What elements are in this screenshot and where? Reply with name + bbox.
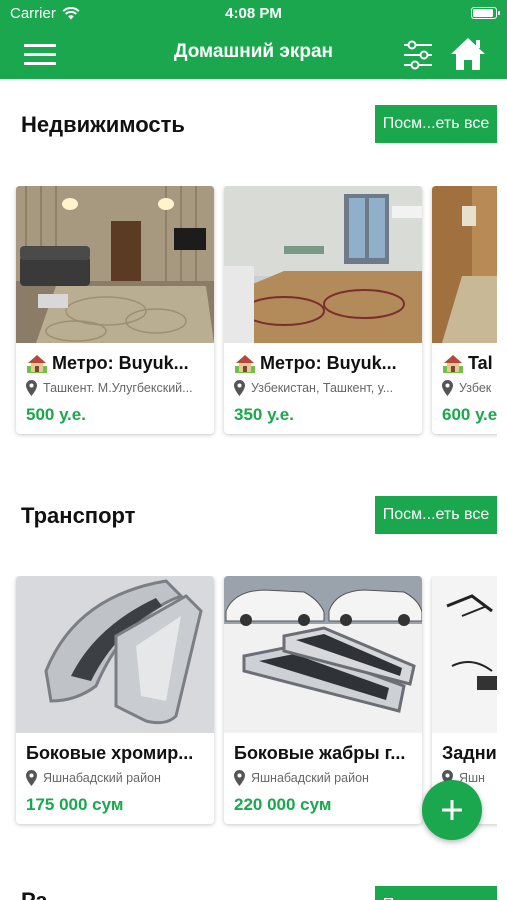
listing-price: 175 000 сум [26,795,124,814]
listing-photo [16,186,214,343]
battery-icon [471,7,500,19]
top-bar: Carrier 4:08 PM Домашний экран [0,0,507,79]
listing-card[interactable]: Боковые хромир... Яшнабадский район 175 … [16,576,214,824]
battery-level [473,9,493,17]
listing-title-text: Задни [442,742,497,763]
listing-location: Яшнабадский район [234,769,416,787]
listing-location: Узбек [442,379,497,397]
listing-carousel[interactable]: Боковые хромир... Яшнабадский район 175 … [0,576,497,836]
location-pin-icon [26,380,37,396]
listing-carousel[interactable]: Метро: Buyuk... Ташкент. М.Улугбекский..… [0,186,497,446]
listing-title: Метро: Buyuk... [26,350,206,376]
sliders-filter-icon[interactable] [400,38,436,72]
see-all-button[interactable]: Посм...еть все [375,496,497,534]
status-time: 4:08 PM [225,5,282,22]
section-title: Недвижимость [21,112,185,137]
listing-price: 350 у.е. [234,405,294,424]
plus-icon [442,800,462,820]
listing-card[interactable]: Tal Узбек 600 у.е [432,186,497,434]
listing-photo [16,576,214,733]
listing-card[interactable]: Боковые жабры г... Яшнабадский район 220… [224,576,422,824]
listing-title: Боковые жабры г... [234,740,414,766]
listing-location-text: Ташкент. М.Улугбекский... [43,381,193,395]
listing-title: Задни [442,740,497,766]
section-title: Ра [21,888,48,900]
location-pin-icon [234,380,245,396]
listing-photo [224,576,422,733]
listing-photo [432,186,497,343]
house-icon [27,355,47,373]
nav-bar: Домашний экран [0,30,507,79]
section-partial: Ра Посм...еть все [0,862,507,900]
listing-location-text: Узбекистан, Ташкент, у... [251,381,394,395]
see-all-button[interactable]: Посм...еть все [375,105,497,143]
section-title: Транспорт [21,503,136,528]
listing-location-text: Яшнабадский район [43,771,161,785]
listing-title: Метро: Buyuk... [234,350,414,376]
location-pin-icon [442,380,453,396]
listing-price: 220 000 сум [234,795,332,814]
listing-location: Узбекистан, Ташкент, у... [234,379,416,397]
listing-title-text: Метро: Buyuk... [260,352,397,373]
listing-title-text: Метро: Buyuk... [52,352,189,373]
listing-title: Tal [442,350,497,376]
listing-card[interactable]: Метро: Buyuk... Узбекистан, Ташкент, у..… [224,186,422,434]
listing-location-text: Узбек [459,381,492,395]
listing-location-text: Яшнабадский район [251,771,369,785]
house-icon [235,355,255,373]
house-icon [443,355,463,373]
listing-title-text: Боковые жабры г... [234,742,406,763]
listing-photo [224,186,422,343]
listing-price: 600 у.е [442,405,497,424]
listing-photo [432,576,497,733]
listing-location: Яшнабадский район [26,769,208,787]
location-pin-icon [26,770,37,786]
location-pin-icon [234,770,245,786]
listing-title: Боковые хромир... [26,740,206,766]
listing-title-text: Боковые хромир... [26,742,194,763]
listing-location: Ташкент. М.Улугбекский... [26,379,208,397]
section-real-estate: Недвижимость Посм...еть все Метро: Buyuk… [0,79,507,459]
listing-price: 500 у.е. [26,405,86,424]
listing-title-text: Tal [468,352,493,373]
see-all-button[interactable]: Посм...еть все [375,886,497,900]
listing-card[interactable]: Метро: Buyuk... Ташкент. М.Улугбекский..… [16,186,214,434]
add-listing-button[interactable] [422,780,482,840]
home-icon[interactable] [449,35,487,73]
status-bar: Carrier 4:08 PM [0,0,507,30]
